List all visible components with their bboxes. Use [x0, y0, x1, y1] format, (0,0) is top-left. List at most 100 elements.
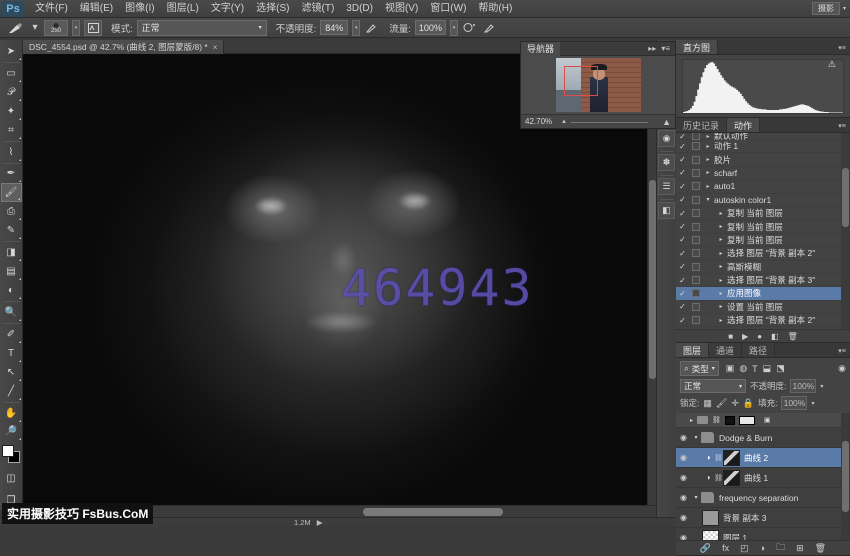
action-enabled-check-icon[interactable]: ✓ [676, 209, 689, 218]
action-row[interactable]: ✓▸scharf [676, 167, 850, 180]
quick-selection-tool[interactable]: ✦ [1, 102, 22, 121]
clone-stamp-tool[interactable]: ⎙ [1, 202, 22, 221]
brush-preset-chevron-icon[interactable]: ▾ [30, 21, 40, 35]
crop-tool[interactable]: ⌗ [1, 121, 22, 140]
action-twirl-icon[interactable]: ▸ [702, 133, 714, 140]
action-dialog-toggle-icon[interactable] [689, 249, 702, 257]
gradient-tool[interactable]: ▤ [1, 262, 22, 281]
action-row[interactable]: ✓▸默认动作 [676, 133, 850, 140]
layer-visibility-icon[interactable]: ◉ [676, 513, 691, 522]
action-twirl-icon[interactable]: ▸ [702, 183, 714, 190]
layer-opacity-value[interactable]: 100% [790, 379, 816, 393]
lock-all-icon[interactable]: 🔒 [743, 398, 754, 409]
layer-filter-kind-select[interactable]: ⌕ 类型 ▾ [680, 361, 719, 376]
layer-fill-value[interactable]: 100% [781, 396, 807, 410]
adjustment-layer-icon[interactable]: ◑ [702, 453, 714, 462]
action-row[interactable]: ✓▸复制 当前 图层 [676, 234, 850, 247]
layer-visibility-icon[interactable]: ◉ [676, 533, 691, 540]
action-row[interactable]: ✓▸复制 当前 图层 [676, 220, 850, 233]
layer-blend-mode-select[interactable]: 正常 ▾ [680, 379, 746, 393]
filter-smart-icon[interactable]: ⬔ [776, 363, 785, 374]
action-dialog-toggle-icon[interactable] [689, 289, 702, 297]
action-twirl-icon[interactable]: ▾ [702, 196, 714, 203]
action-dialog-toggle-icon[interactable] [689, 303, 702, 311]
menu-item-3[interactable]: 图层(L) [161, 0, 205, 18]
canvas-vertical-scroll-thumb[interactable] [649, 180, 656, 378]
lock-transparent-icon[interactable]: ▦ [703, 398, 712, 409]
quickmask-icon[interactable]: ◫ [1, 469, 22, 488]
action-dialog-toggle-icon[interactable] [689, 182, 702, 190]
layer-twirl-icon[interactable]: ▾ [691, 494, 701, 501]
actions-record-icon[interactable]: ▶ [742, 332, 748, 341]
actions-delete-icon[interactable]: 🗑 [788, 332, 798, 341]
tab-channels[interactable]: 通道 [709, 343, 742, 357]
history-brush-tool[interactable]: ✎ [1, 221, 22, 240]
menu-item-8[interactable]: 视图(V) [379, 0, 424, 18]
action-twirl-icon[interactable]: ▸ [715, 236, 727, 243]
airbrush-icon[interactable] [462, 20, 478, 36]
layer-opacity-chevron-icon[interactable]: ▾ [820, 383, 823, 390]
delete-layer-icon[interactable]: 🗑 [815, 543, 826, 554]
layers-scrollbar[interactable] [841, 413, 850, 540]
action-enabled-check-icon[interactable]: ✓ [676, 289, 689, 298]
layer-visibility-icon[interactable]: ◉ [676, 493, 691, 502]
layer-effects-icon[interactable]: ▣ [764, 416, 771, 424]
new-adjustment-icon[interactable]: ◑ [760, 543, 765, 553]
actions-scrollbar[interactable] [841, 133, 850, 329]
flow-input[interactable]: 100% [415, 20, 446, 35]
actions-new-set-icon[interactable]: ◧ [771, 332, 779, 341]
action-row[interactable]: ✓▸复制 当前 图层 [676, 207, 850, 220]
layer-mask-thumbnail[interactable] [723, 470, 740, 486]
action-twirl-icon[interactable]: ▸ [715, 303, 727, 310]
action-dialog-toggle-icon[interactable] [689, 276, 702, 284]
eyedropper-tool[interactable]: ⌇ [1, 143, 22, 162]
brush-tool[interactable]: 🖌 [1, 183, 22, 202]
menu-item-6[interactable]: 滤镜(T) [296, 0, 341, 18]
new-group-icon[interactable]: 🗀 [776, 540, 785, 556]
brush-panel-toggle-icon[interactable] [84, 20, 102, 36]
action-dialog-toggle-icon[interactable] [689, 236, 702, 244]
tab-history[interactable]: 历史记录 [676, 118, 727, 132]
healing-brush-tool[interactable]: ✒ [1, 165, 22, 184]
action-twirl-icon[interactable]: ▸ [715, 210, 727, 217]
action-twirl-icon[interactable]: ▸ [702, 156, 714, 163]
lasso-tool[interactable]: 𝒫 [1, 83, 22, 102]
action-row[interactable]: ✓▸选择 图层 "背景 副本 2" [676, 314, 850, 327]
workspace-switcher[interactable]: 摄影 [812, 2, 840, 15]
navigator-zoom-value[interactable]: 42.70% [521, 117, 561, 126]
new-layer-icon[interactable]: ⊞ [796, 543, 804, 554]
brush-presets-icon[interactable]: ✽ [658, 154, 675, 171]
filter-pixel-icon[interactable]: ▣ [726, 363, 735, 374]
layer-twirl-icon[interactable]: ▸ [690, 417, 693, 424]
document-tab[interactable]: DSC_4554.psd @ 42.7% (曲线 2, 图层蒙版/8) * × [23, 40, 224, 54]
layer-filter-toggle-icon[interactable]: ◉ [838, 363, 846, 374]
properties-icon[interactable]: ☰ [658, 178, 675, 195]
menu-item-0[interactable]: 文件(F) [29, 0, 74, 18]
zoom-in-icon[interactable]: ▲ [662, 117, 675, 127]
action-enabled-check-icon[interactable]: ✓ [676, 182, 689, 191]
layer-row-partial[interactable]: ▸⛓▣ [676, 413, 850, 428]
layer-fill-chevron-icon[interactable]: ▾ [811, 400, 814, 407]
navigator-panel-menu-icon[interactable]: ▾≡ [661, 44, 675, 53]
action-twirl-icon[interactable]: ▸ [715, 223, 727, 230]
layer-twirl-icon[interactable]: ▾ [691, 434, 701, 441]
layer-visibility-icon[interactable]: ◉ [676, 453, 691, 462]
filter-adjustment-icon[interactable]: ◍ [739, 363, 747, 374]
action-twirl-icon[interactable]: ▸ [702, 169, 714, 176]
type-tool[interactable]: T [1, 344, 22, 363]
brush-size-display[interactable]: 250 [44, 20, 68, 36]
action-dialog-toggle-icon[interactable] [689, 133, 702, 140]
opacity-chevron-icon[interactable]: ▾ [352, 20, 360, 36]
action-enabled-check-icon[interactable]: ✓ [676, 302, 689, 311]
action-enabled-check-icon[interactable]: ✓ [676, 155, 689, 164]
actions-play-icon[interactable]: ● [757, 332, 762, 341]
layer-thumbnail[interactable] [702, 510, 719, 526]
shape-tool[interactable]: ╱ [1, 382, 22, 401]
action-twirl-icon[interactable]: ▸ [715, 263, 727, 270]
action-dialog-toggle-icon[interactable] [689, 196, 702, 204]
menu-item-2[interactable]: 图像(I) [119, 0, 160, 18]
histogram-panel-menu-icon[interactable]: ▾≡ [837, 43, 847, 52]
eraser-tool[interactable]: ◨ [1, 243, 22, 262]
tab-navigator[interactable]: 导航器 [521, 42, 560, 56]
action-enabled-check-icon[interactable]: ✓ [676, 222, 689, 231]
